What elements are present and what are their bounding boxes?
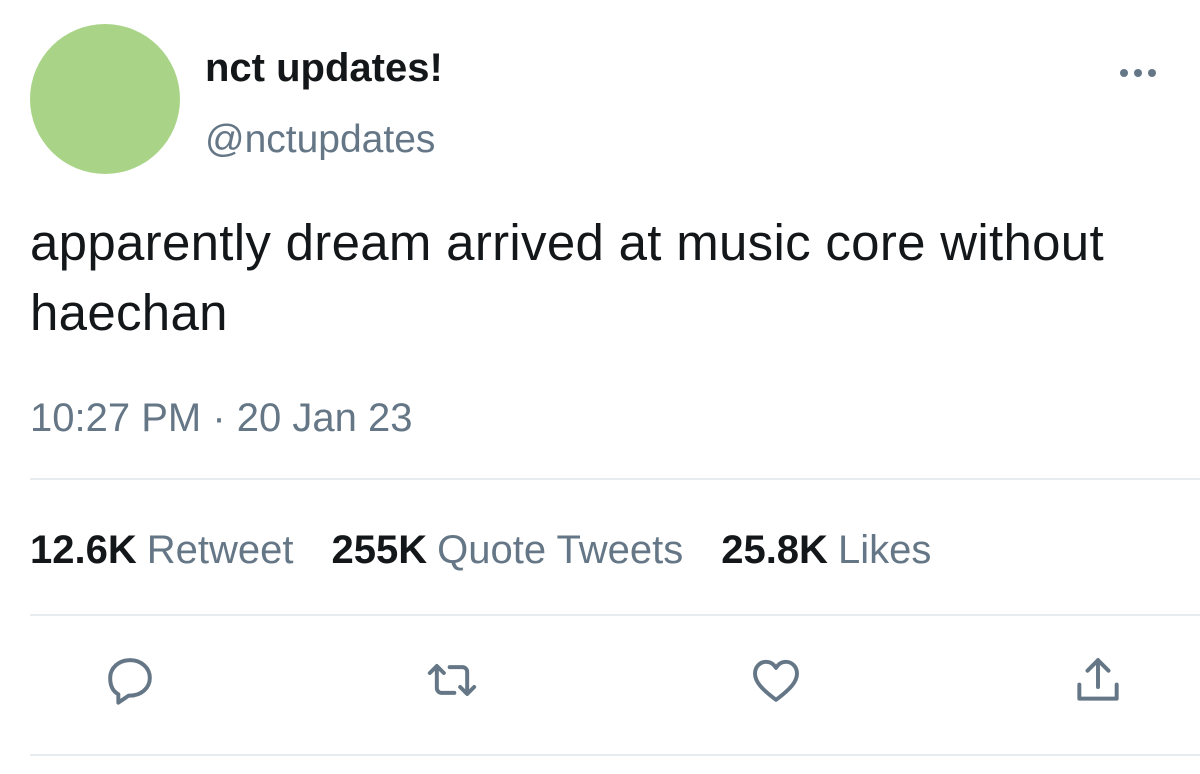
likes-stat[interactable]: 25.8K Likes — [721, 524, 931, 576]
engagement-stats: 12.6K Retweet 255K Quote Tweets 25.8K Likes — [30, 524, 969, 576]
quote-tweets-count: 255K — [331, 528, 428, 572]
retweet-count: 12.6K — [30, 528, 137, 572]
heart-icon — [753, 659, 799, 702]
likes-label: Likes — [837, 528, 932, 572]
tweet-card: nct updates! @nctupdates apparently drea… — [0, 0, 1200, 774]
more-dot-icon — [1148, 69, 1156, 77]
retweet-label: Retweet — [146, 528, 294, 572]
more-options-button[interactable] — [1110, 58, 1166, 88]
like-button[interactable] — [746, 650, 806, 710]
retweet-icon — [427, 664, 477, 696]
action-bar — [0, 650, 1200, 720]
more-dot-icon — [1134, 69, 1142, 77]
reply-icon — [108, 658, 152, 705]
reply-button[interactable] — [100, 650, 160, 710]
tweet-text: apparently dream arrived at music core w… — [30, 214, 1104, 341]
quote-tweets-label: Quote Tweets — [437, 528, 684, 572]
tweet-timestamp[interactable]: 10:27 PM · 20 Jan 23 — [30, 392, 412, 444]
likes-count: 25.8K — [721, 528, 828, 572]
user-handle[interactable]: @nctupdates — [205, 116, 435, 164]
quote-tweets-stat[interactable]: 255K Quote Tweets — [332, 524, 684, 576]
avatar[interactable] — [30, 24, 180, 174]
retweet-button[interactable] — [422, 650, 482, 710]
divider — [30, 614, 1200, 616]
share-icon — [1077, 658, 1119, 701]
display-name[interactable]: nct updates! — [205, 44, 443, 92]
share-button[interactable] — [1068, 650, 1128, 710]
more-dot-icon — [1120, 69, 1128, 77]
divider — [30, 478, 1200, 480]
divider — [30, 754, 1200, 756]
retweet-stat[interactable]: 12.6K Retweet — [30, 524, 294, 576]
